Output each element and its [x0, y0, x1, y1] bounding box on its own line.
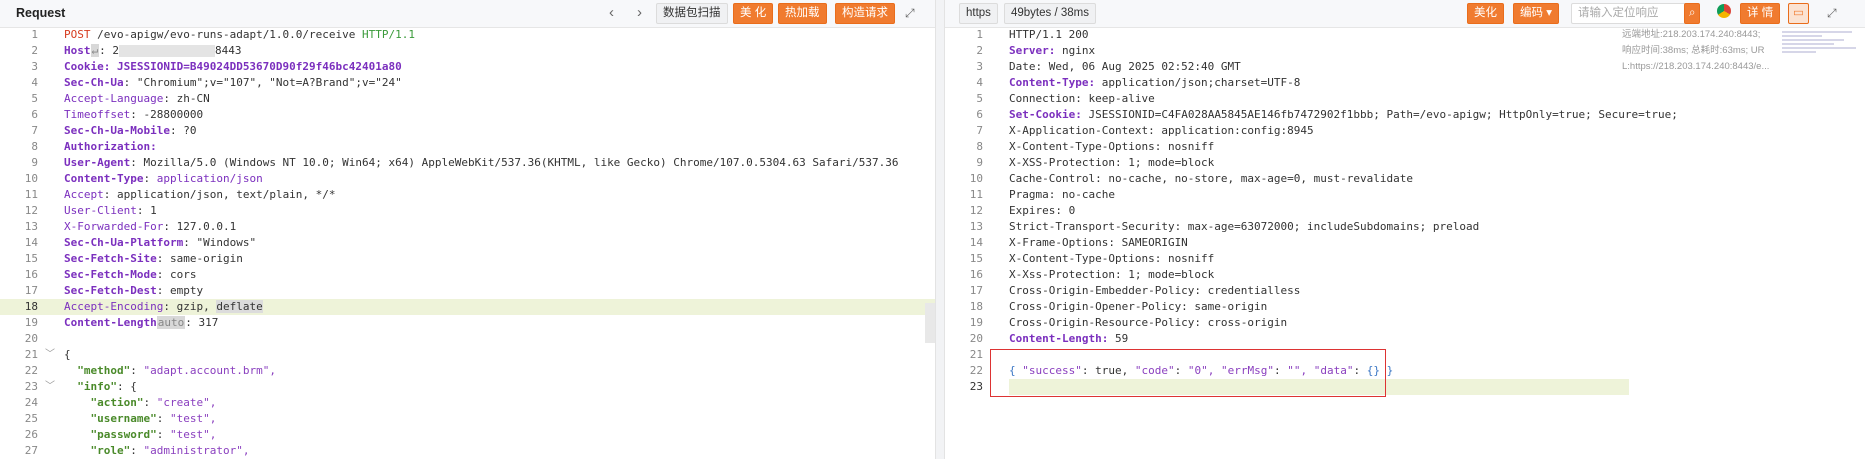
request-editor[interactable]: 1 POST /evo-apigw/evo-runs-adapt/1.0.0/re… [0, 27, 935, 459]
response-timing: 响应时间:38ms; 总耗时:63ms; UR [1622, 45, 1765, 56]
code-line: 11 Accept: application/json, text/plain, … [24, 188, 336, 201]
request-scrollbar[interactable] [925, 27, 935, 459]
hot-load-button[interactable]: 热加载 [778, 3, 827, 24]
code-line: 5 Accept-Language: zh-CN [31, 92, 210, 105]
construct-request-button[interactable]: 构造请求 [835, 3, 895, 24]
request-toolbar: Request ‹ › 数据包扫描 美 化 热加载 构造请求 ⤢ [0, 0, 935, 28]
code-line: 14 X-Frame-Options: SAMEORIGIN [969, 236, 1188, 249]
locate-response-input[interactable]: 请输入定位响应 [1571, 3, 1697, 24]
code-line: 26 "password": "test", [24, 428, 217, 441]
code-line: 4 Sec-Ch-Ua: "Chromium";v="107", "Not=A?B… [31, 76, 402, 89]
code-line: 3 Cookie: JSESSIONID=B49024DD53670D90f29f… [31, 60, 402, 73]
comment-icon[interactable]: ▭ [1788, 3, 1809, 24]
highlight-box [990, 349, 1386, 397]
pane-divider[interactable] [936, 0, 944, 459]
code-line: 22 "method": "adapt.account.brm", [24, 364, 276, 377]
code-line: 20 Content-Length: 59 [969, 332, 1129, 345]
fold-chevron-icon[interactable]: ﹀ [45, 379, 55, 395]
code-line: 27 "role": "administrator", [24, 444, 250, 457]
code-line-current: 18 Accept-Encoding: gzip, deflate [0, 299, 935, 315]
code-line: 8 Authorization: [31, 140, 157, 153]
code-line: 9 User-Agent: Mozilla/5.0 (Windows NT 10.… [31, 156, 899, 169]
expand-icon[interactable]: ⤢ [905, 4, 915, 22]
code-line: 21 ﹀{ [24, 347, 71, 363]
beautify-button[interactable]: 美化 [1467, 3, 1504, 24]
chevron-left-icon[interactable]: ‹ [609, 4, 614, 22]
code-line: 10 Content-Type: application/json [24, 172, 263, 185]
code-line: 15 X-Content-Type-Options: nosniff [969, 252, 1215, 265]
minimap[interactable] [1774, 27, 1865, 147]
chevron-right-icon[interactable]: › [637, 4, 642, 22]
request-pane: Request ‹ › 数据包扫描 美 化 热加载 构造请求 ⤢ 1 POST /… [0, 0, 936, 459]
code-line: 7 X-Application-Context: application:conf… [976, 124, 1314, 137]
protocol-tab[interactable]: https [959, 3, 998, 24]
response-pane: https 49bytes / 38ms 美化 编码 ▾ 请输入定位响应 ⌕ 详… [944, 0, 1865, 459]
search-icon[interactable]: ⌕ [1684, 3, 1701, 24]
code-line: 6 Set-Cookie: JSESSIONID=C4FA028AA5845AE1… [976, 108, 1678, 121]
code-line: 6 Timeoffset: -28800000 [31, 108, 204, 121]
code-line: 12 User-Client: 1 [24, 204, 157, 217]
code-line: 19 Content-Lengthauto: 317 [24, 316, 219, 329]
remote-address: 远端地址:218.203.174.240:8443; [1622, 29, 1761, 40]
response-meta: 远端地址:218.203.174.240:8443; 响应时间:38ms; 总耗… [1622, 27, 1770, 75]
chrome-icon[interactable] [1717, 4, 1731, 18]
encoding-button[interactable]: 编码 ▾ [1513, 3, 1559, 24]
code-line: 13 X-Forwarded-For: 127.0.0.1 [24, 220, 237, 233]
code-line: 12 Expires: 0 [969, 204, 1076, 217]
chevron-down-icon: ▾ [1546, 7, 1552, 19]
code-line: 2 Host↵: 2 8443 [31, 44, 242, 57]
code-line: 19 Cross-Origin-Resource-Policy: cross-or… [969, 316, 1288, 329]
code-line: 24 "action": "create", [24, 396, 217, 409]
code-line: 8 X-Content-Type-Options: nosniff [976, 140, 1215, 153]
code-line: 23 ﹀ "info": { [24, 379, 137, 395]
code-line: 18 Cross-Origin-Opener-Policy: same-origi… [969, 300, 1268, 313]
details-button[interactable]: 详 情 [1740, 3, 1781, 24]
code-line: 16 Sec-Fetch-Mode: cors [24, 268, 197, 281]
code-line: 1 POST /evo-apigw/evo-runs-adapt/1.0.0/re… [31, 28, 416, 41]
code-line: 14 Sec-Ch-Ua-Platform: "Windows" [24, 236, 257, 249]
code-line: 5 Connection: keep-alive [976, 92, 1155, 105]
expand-icon[interactable]: ⤢ [1827, 4, 1837, 22]
code-line: 15 Sec-Fetch-Site: same-origin [24, 252, 243, 265]
code-line: 17 Cross-Origin-Embedder-Policy: credenti… [969, 284, 1301, 297]
code-line: 17 Sec-Fetch-Dest: empty [24, 284, 204, 297]
code-line: 10 Cache-Control: no-cache, no-store, max… [969, 172, 1413, 185]
redacted-mask [119, 45, 215, 57]
size-time-tab[interactable]: 49bytes / 38ms [1004, 3, 1096, 24]
code-line: 9 X-XSS-Protection: 1; mode=block [976, 156, 1215, 169]
code-line: 16 X-Xss-Protection: 1; mode=block [969, 268, 1215, 281]
response-url: L:https://218.203.174.240:8443/e... [1622, 61, 1770, 72]
beautify-button[interactable]: 美 化 [733, 3, 774, 24]
code-line: 7 Sec-Ch-Ua-Mobile: ?0 [31, 124, 197, 137]
code-line: 11 Pragma: no-cache [969, 188, 1115, 201]
code-line: 13 Strict-Transport-Security: max-age=630… [969, 220, 1480, 233]
packet-scan-button[interactable]: 数据包扫描 [656, 3, 728, 24]
code-line: 20 [24, 332, 38, 345]
request-title: Request [16, 6, 66, 20]
code-line: 4 Content-Type: application/json;charset=… [976, 76, 1301, 89]
fold-chevron-icon[interactable]: ﹀ [45, 347, 55, 363]
code-line: 25 "username": "test", [24, 412, 217, 425]
response-toolbar: https 49bytes / 38ms 美化 编码 ▾ 请输入定位响应 ⌕ 详… [945, 0, 1865, 28]
